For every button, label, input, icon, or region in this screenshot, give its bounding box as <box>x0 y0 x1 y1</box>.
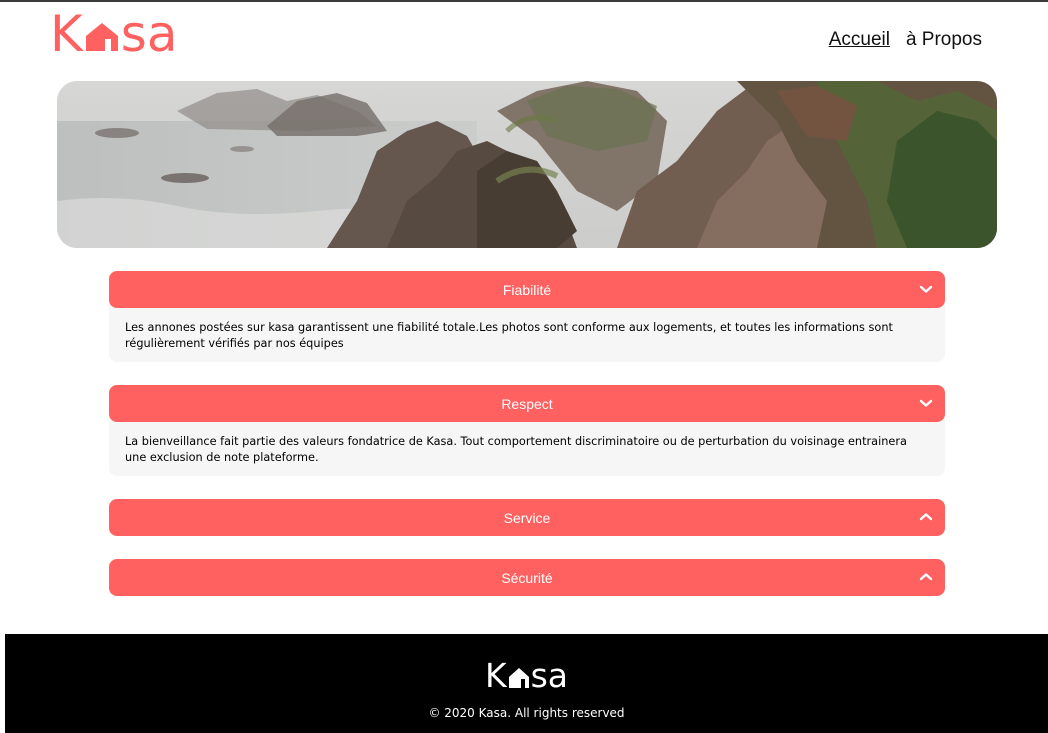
collapse-securite: Sécurité <box>109 559 945 596</box>
collapse-body-fiabilite: Les annones postées sur kasa garantissen… <box>109 302 945 362</box>
collapse-service: Service <box>109 499 945 536</box>
collapse-text: La bienveillance fait partie des valeurs… <box>125 435 907 464</box>
chevron-up-icon[interactable] <box>919 512 933 522</box>
footer-logo-letter-k: K <box>484 656 507 695</box>
footer-logo: K sa <box>5 658 1048 694</box>
collapse-body-respect: La bienveillance fait partie des valeurs… <box>109 416 945 476</box>
collapse-fiabilite: Fiabilité Les annones postées sur kasa g… <box>109 271 945 362</box>
copyright-text: © 2020 Kasa. All rights reserved <box>428 706 625 720</box>
site-header: K sa Accueil à Propos <box>0 2 1048 78</box>
chevron-up-icon[interactable] <box>919 572 933 582</box>
collapse-title: Service <box>503 509 551 526</box>
nav-link-a-propos[interactable]: à Propos <box>906 28 982 52</box>
site-footer: K sa © 2020 Kasa. All rights reserved <box>5 634 1048 733</box>
collapse-title: Fiabilité <box>502 281 552 298</box>
collapse-title: Sécurité <box>501 569 553 586</box>
main-nav: Accueil à Propos <box>829 28 982 52</box>
coastal-cliffs-image <box>57 81 997 248</box>
collapse-header-fiabilite[interactable]: Fiabilité <box>109 271 945 308</box>
collapse-text: Les annones postées sur kasa garantissen… <box>125 321 893 350</box>
logo-letter-k: K <box>50 5 83 63</box>
collapse-header-respect[interactable]: Respect <box>109 385 945 422</box>
banner-image <box>57 81 997 248</box>
chevron-down-icon[interactable] <box>919 398 933 408</box>
collapse-title: Respect <box>501 395 553 412</box>
house-icon <box>507 658 531 694</box>
chevron-down-icon[interactable] <box>919 284 933 294</box>
collapse-header-service[interactable]: Service <box>109 499 945 536</box>
collapse-header-securite[interactable]: Sécurité <box>109 559 945 596</box>
footer-logo-letters-sa: sa <box>530 656 569 695</box>
house-icon <box>83 8 121 60</box>
nav-link-accueil[interactable]: Accueil <box>829 28 890 52</box>
collapse-respect: Respect La bienveillance fait partie des… <box>109 385 945 476</box>
logo-letters-sa: sa <box>120 5 178 63</box>
kasa-logo[interactable]: K sa <box>50 8 178 60</box>
